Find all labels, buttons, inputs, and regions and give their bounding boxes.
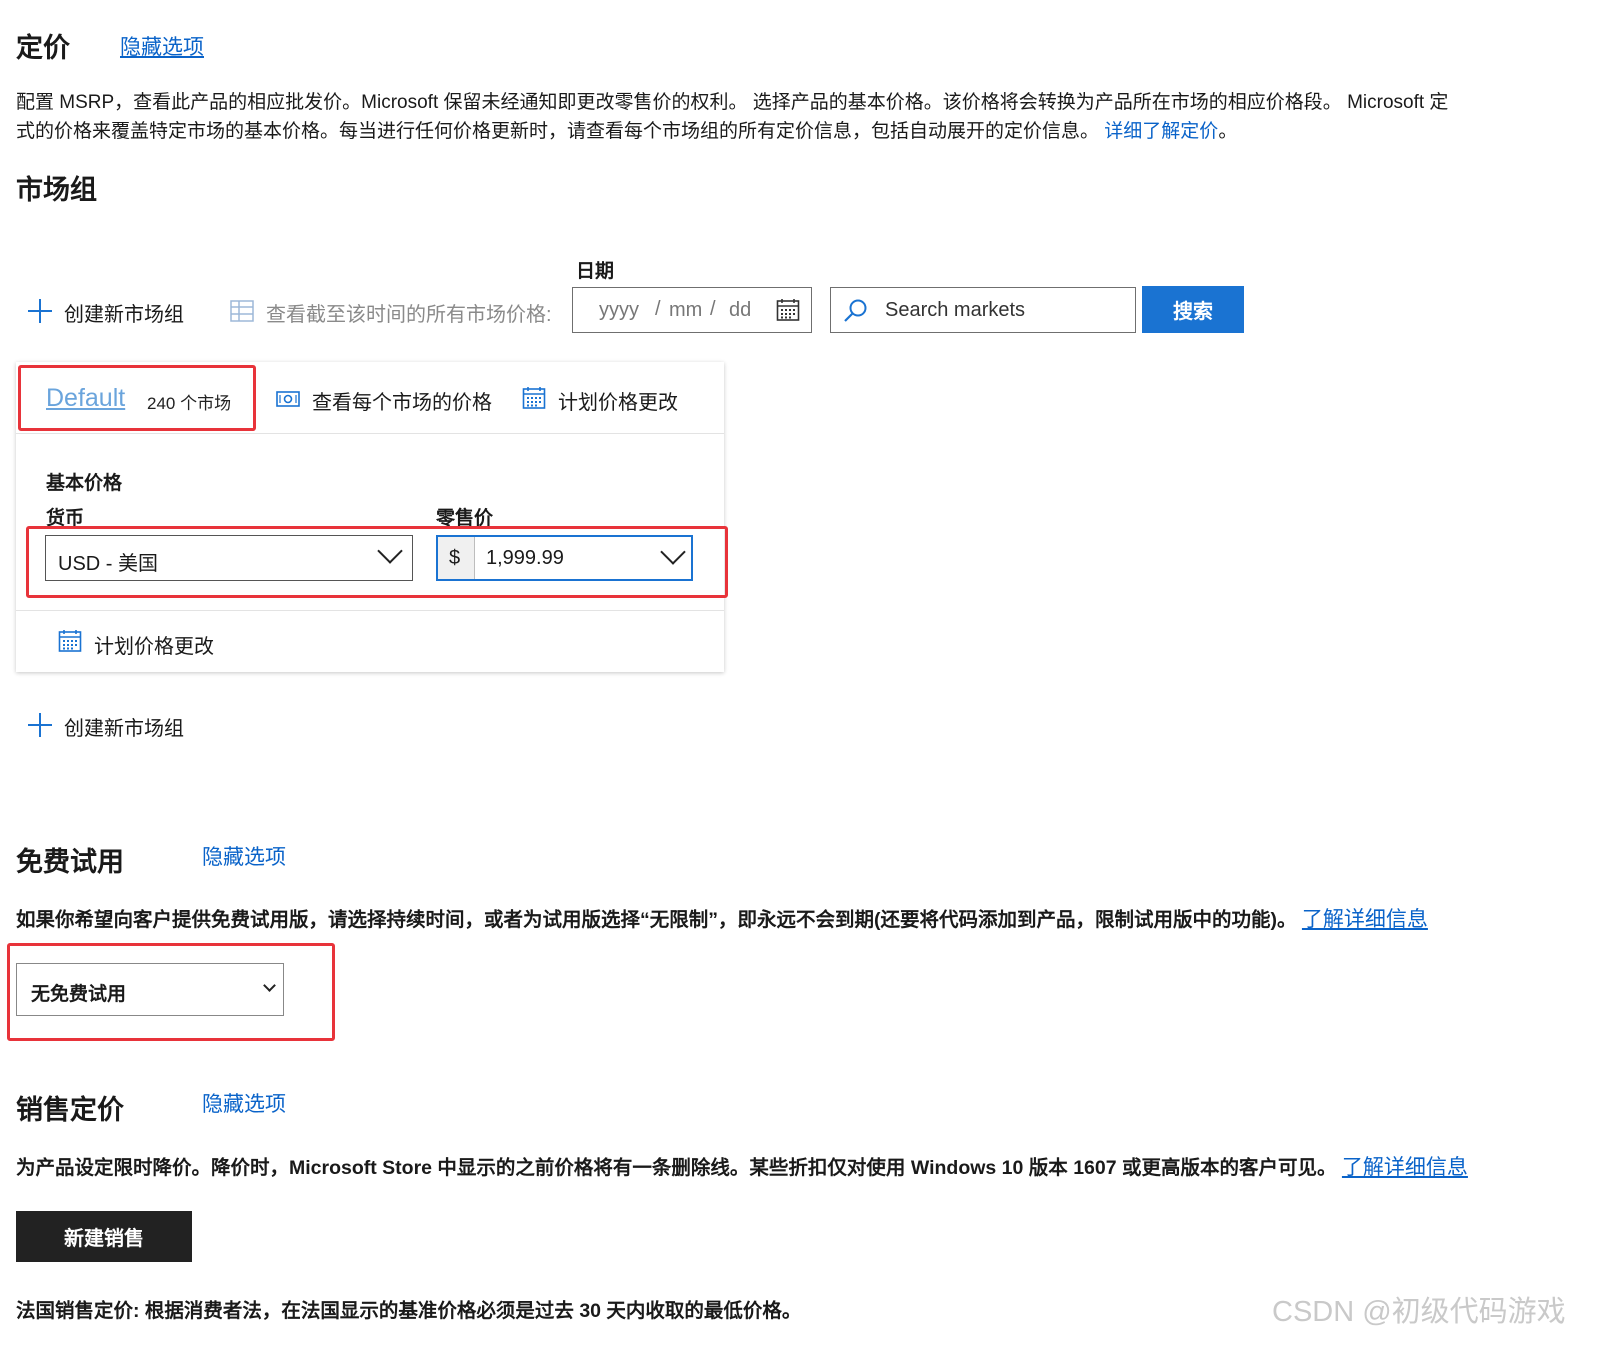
table-icon <box>230 299 254 328</box>
free-trial-description: 如果你希望向客户提供免费试用版，请选择持续时间，或者为试用版选择“无限制”，即永… <box>16 908 1428 931</box>
search-icon <box>843 298 869 329</box>
search-placeholder: Search markets <box>885 299 1026 321</box>
sale-pricing-description: 为产品设定限时降价。降价时，Microsoft Store 中显示的之前价格将有… <box>16 1156 1468 1179</box>
market-groups-title: 市场组 <box>16 175 97 205</box>
highlight-price-selectors <box>26 526 728 598</box>
pricing-title: 定价 <box>16 33 70 63</box>
date-label: 日期 <box>576 261 615 282</box>
create-market-group-button[interactable]: 创建新市场组 <box>28 296 208 326</box>
view-each-market-price-label: 查看每个市场的价格 <box>312 392 492 414</box>
view-all-market-prices[interactable]: 查看截至该时间的所有市场价格: <box>230 296 570 326</box>
calendar-icon[interactable] <box>776 298 800 322</box>
date-year-placeholder: yyyy <box>599 299 639 321</box>
schedule-price-change-top-button[interactable]: 计划价格更改 <box>522 386 702 414</box>
new-sale-button[interactable]: 新建销售 <box>16 1211 192 1262</box>
pricing-description-line1: 配置 MSRP，查看此产品的相应批发价。Microsoft 保留未经通知即更改零… <box>16 92 1449 113</box>
france-sale-pricing-note: 法国销售定价: 根据消费者法，在法国显示的基准价格必须是过去 30 天内收取的最… <box>16 1300 802 1322</box>
date-month-placeholder: mm <box>669 299 703 321</box>
search-button[interactable]: 搜索 <box>1142 286 1244 333</box>
calendar-icon <box>58 629 82 658</box>
card-divider-bottom <box>16 610 724 611</box>
money-icon <box>276 389 300 414</box>
schedule-price-change-top-label: 计划价格更改 <box>558 392 678 414</box>
free-trial-title: 免费试用 <box>16 847 124 877</box>
base-price-title: 基本价格 <box>46 473 123 494</box>
highlight-free-trial-select <box>7 943 335 1041</box>
calendar-icon <box>522 386 546 415</box>
sale-pricing-hide-options-link[interactable]: 隐藏选项 <box>202 1088 286 1118</box>
create-market-group-bottom-label: 创建新市场组 <box>64 718 184 740</box>
schedule-price-change-bottom-label: 计划价格更改 <box>94 636 214 658</box>
schedule-price-change-bottom-button[interactable]: 计划价格更改 <box>58 628 238 658</box>
free-trial-hide-options-link[interactable]: 隐藏选项 <box>202 841 286 871</box>
learn-pricing-link[interactable]: 详细了解定价 <box>1104 121 1218 142</box>
view-all-market-prices-label: 查看截至该时间的所有市场价格: <box>266 304 552 326</box>
create-market-group-bottom-button[interactable]: 创建新市场组 <box>28 710 208 740</box>
card-divider-top <box>16 433 724 434</box>
pricing-description-line2: 式的价格来覆盖特定市场的基本价格。每当进行任何价格更新时，请查看每个市场组的所有… <box>16 121 1238 142</box>
create-market-group-label: 创建新市场组 <box>64 304 184 326</box>
view-each-market-price-button[interactable]: 查看每个市场的价格 <box>276 386 506 414</box>
sale-pricing-title: 销售定价 <box>16 1095 124 1125</box>
date-day-placeholder: dd <box>729 299 752 321</box>
search-markets-input[interactable]: Search markets <box>830 287 1136 333</box>
plus-icon <box>28 299 52 323</box>
sale-pricing-learn-more-link[interactable]: 了解详细信息 <box>1342 1156 1468 1179</box>
pricing-hide-options-link[interactable]: 隐藏选项 <box>120 31 204 61</box>
highlight-default-tab <box>18 365 256 431</box>
plus-icon <box>28 713 52 737</box>
date-input[interactable]: yyyy / mm / dd <box>572 287 812 333</box>
watermark: CSDN @初级代码游戏 <box>1272 1296 1566 1328</box>
free-trial-learn-more-link[interactable]: 了解详细信息 <box>1302 908 1428 931</box>
